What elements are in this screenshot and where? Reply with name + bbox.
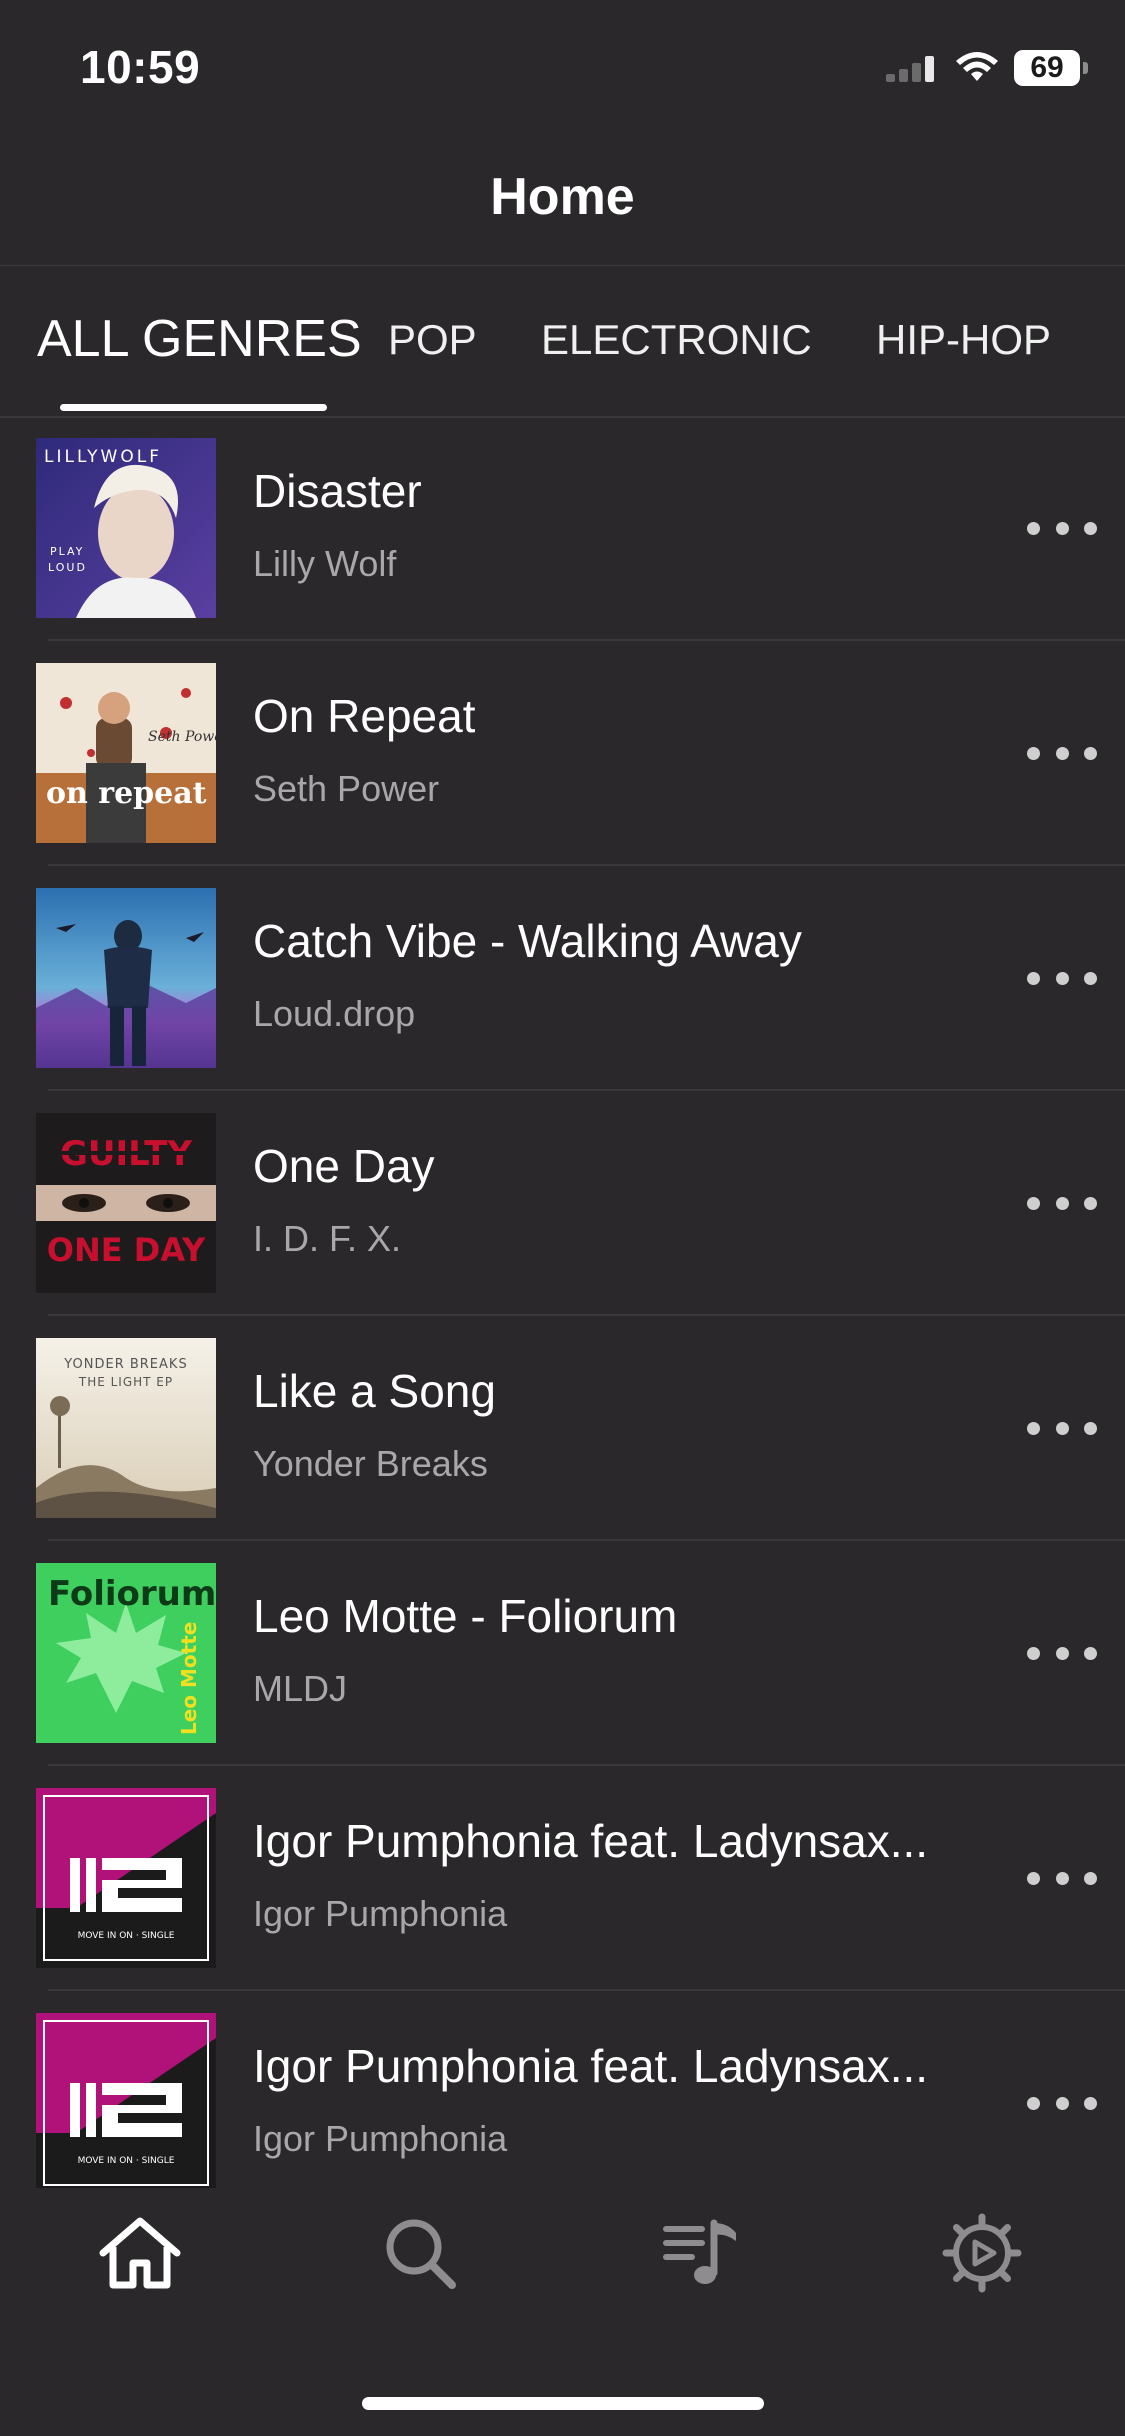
album-art-text: LOUD bbox=[48, 561, 87, 574]
active-tab-indicator bbox=[60, 404, 327, 411]
song-artist: Yonder Breaks bbox=[253, 1443, 488, 1484]
home-indicator bbox=[362, 2397, 764, 2410]
navigation-bar: Home bbox=[0, 135, 1125, 266]
song-title: Catch Vibe - Walking Away bbox=[253, 915, 802, 967]
album-art-text: PLAY bbox=[50, 545, 84, 558]
album-art-text: Foliorum bbox=[48, 1574, 216, 1614]
wifi-icon bbox=[956, 52, 998, 81]
more-options-icon[interactable] bbox=[1027, 1183, 1097, 1223]
album-art: GUILTY ONE DAY bbox=[36, 1113, 216, 1293]
album-art-text: MOVE IN ON · SINGLE bbox=[78, 2156, 175, 2166]
status-bar: 10:59 69 bbox=[0, 0, 1125, 135]
song-artist: I. D. F. X. bbox=[253, 1218, 402, 1259]
battery-icon: 69 bbox=[1014, 50, 1088, 86]
song-title: Like a Song bbox=[253, 1365, 496, 1417]
song-title: Leo Motte - Foliorum bbox=[253, 1590, 678, 1642]
album-art-text: ONE DAY bbox=[47, 1231, 206, 1269]
song-row[interactable]: Catch Vibe - Walking Away Loud.drop bbox=[0, 866, 1125, 1091]
album-art-text: LILLYWOLF bbox=[44, 447, 162, 467]
album-art: YONDER BREAKS THE LIGHT EP bbox=[36, 1338, 216, 1518]
song-artist: MLDJ bbox=[253, 1668, 348, 1709]
album-art: Foliorum Leo Motte bbox=[36, 1563, 216, 1743]
tab-bar-playlist[interactable] bbox=[657, 2208, 747, 2298]
more-options-icon[interactable] bbox=[1027, 1408, 1097, 1448]
song-row[interactable]: MOVE IN ON · SINGLE Igor Pumphonia feat.… bbox=[0, 1766, 1125, 1991]
song-title: Disaster bbox=[253, 465, 422, 517]
song-title: Igor Pumphonia feat. Ladynsax... bbox=[253, 1815, 929, 1867]
more-options-icon[interactable] bbox=[1027, 508, 1097, 548]
song-row[interactable]: Foliorum Leo Motte Leo Motte - Foliorum … bbox=[0, 1541, 1125, 1766]
song-list: LILLYWOLF PLAY LOUD Disaster Lilly Wolf … bbox=[0, 416, 1125, 2188]
status-icons: 69 bbox=[886, 48, 1088, 88]
album-art-text: Leo Motte bbox=[177, 1622, 201, 1735]
album-art-text: Seth Power bbox=[148, 729, 216, 745]
album-art-text: YONDER BREAKS bbox=[63, 1357, 187, 1372]
playlist-icon bbox=[663, 2219, 736, 2284]
song-title: On Repeat bbox=[253, 690, 476, 742]
tab-bar bbox=[0, 2188, 1125, 2436]
tab-bar-home[interactable] bbox=[95, 2208, 185, 2298]
status-time: 10:59 bbox=[80, 41, 201, 93]
page-title: Home bbox=[490, 168, 635, 226]
song-row[interactable]: MOVE IN ON · SINGLE Igor Pumphonia feat.… bbox=[0, 1991, 1125, 2188]
more-options-icon[interactable] bbox=[1027, 1633, 1097, 1673]
genre-tabs: ALL GENRES POP ELECTRONIC HIP-HOP bbox=[0, 266, 1125, 418]
album-art bbox=[36, 888, 216, 1068]
album-art: MOVE IN ON · SINGLE bbox=[36, 1788, 216, 1968]
song-title: One Day bbox=[253, 1140, 435, 1192]
album-art: LILLYWOLF PLAY LOUD bbox=[36, 438, 216, 618]
more-options-icon[interactable] bbox=[1027, 958, 1097, 998]
album-art-text: on repeat bbox=[46, 776, 207, 811]
tab-bar-settings[interactable] bbox=[937, 2208, 1027, 2298]
tab-pop[interactable]: POP bbox=[388, 316, 477, 364]
song-row[interactable]: YONDER BREAKS THE LIGHT EP Like a Song Y… bbox=[0, 1316, 1125, 1541]
tab-all-genres[interactable]: ALL GENRES bbox=[37, 309, 362, 369]
song-title: Igor Pumphonia feat. Ladynsax... bbox=[253, 2040, 929, 2092]
album-art: on repeat Seth Power bbox=[36, 663, 216, 843]
album-art-text: MOVE IN ON · SINGLE bbox=[78, 1931, 175, 1941]
song-artist: Lilly Wolf bbox=[253, 543, 397, 584]
song-row[interactable]: LILLYWOLF PLAY LOUD Disaster Lilly Wolf bbox=[0, 416, 1125, 641]
album-art: MOVE IN ON · SINGLE bbox=[36, 2013, 216, 2188]
tab-bar-search[interactable] bbox=[375, 2208, 465, 2298]
settings-icon bbox=[942, 2213, 1022, 2293]
album-art-text: THE LIGHT EP bbox=[78, 1375, 173, 1389]
more-options-icon[interactable] bbox=[1027, 2083, 1097, 2123]
more-options-icon[interactable] bbox=[1027, 733, 1097, 773]
tab-hip-hop[interactable]: HIP-HOP bbox=[876, 316, 1051, 364]
song-artist: Igor Pumphonia bbox=[253, 2118, 508, 2159]
song-row[interactable]: GUILTY ONE DAY One Day I. D. F. X. bbox=[0, 1091, 1125, 1316]
song-row[interactable]: on repeat Seth Power On Repeat Seth Powe… bbox=[0, 641, 1125, 866]
more-options-icon[interactable] bbox=[1027, 1858, 1097, 1898]
search-icon bbox=[386, 2219, 456, 2289]
home-icon bbox=[99, 2217, 181, 2289]
cellular-signal-icon bbox=[886, 56, 934, 82]
tab-electronic[interactable]: ELECTRONIC bbox=[541, 316, 812, 364]
song-artist: Loud.drop bbox=[253, 993, 416, 1034]
song-artist: Igor Pumphonia bbox=[253, 1893, 508, 1934]
song-artist: Seth Power bbox=[253, 768, 440, 809]
